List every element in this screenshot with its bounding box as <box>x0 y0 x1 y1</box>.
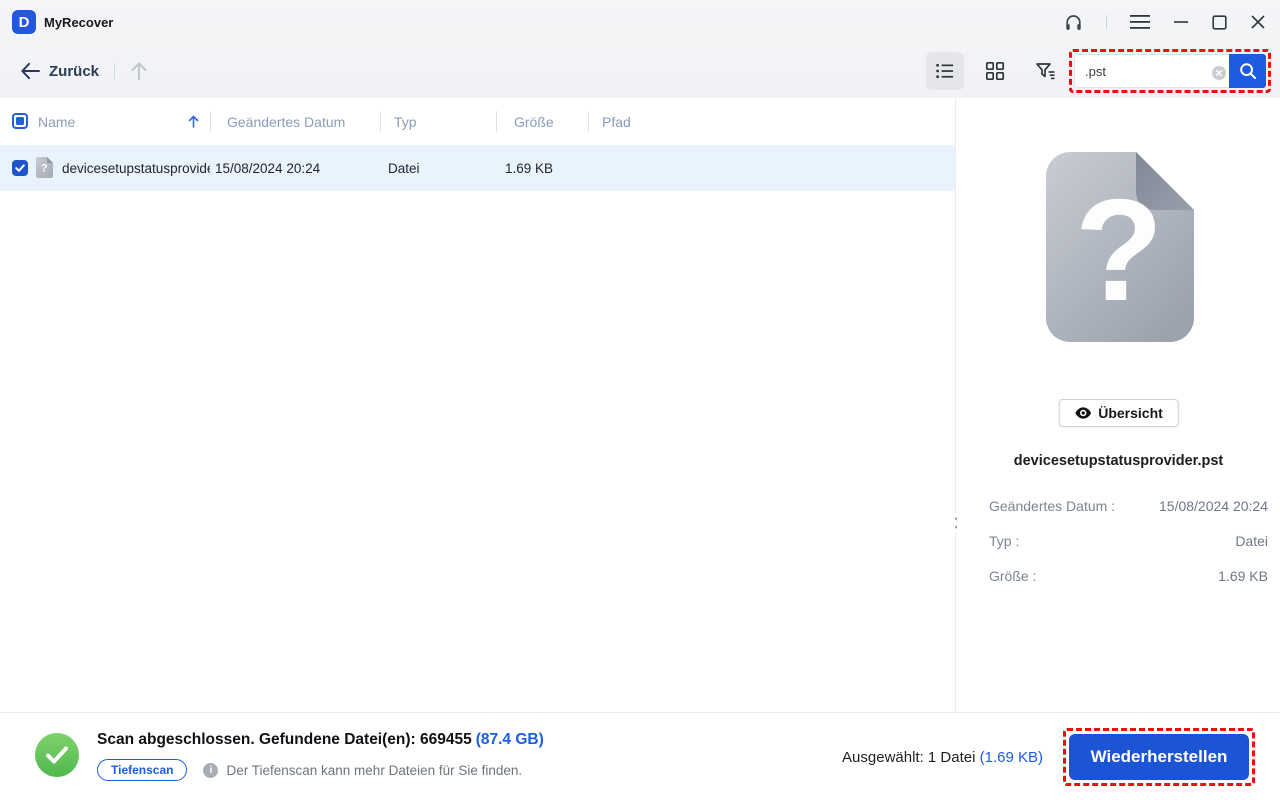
eye-icon <box>1074 407 1091 419</box>
cell-modified: 15/08/2024 20:24 <box>215 160 321 176</box>
checkbox-indeterminate-mark <box>16 117 24 125</box>
file-list: Name Geändertes Datum Typ Größe Pfad ? d… <box>0 98 956 712</box>
column-divider <box>496 111 497 132</box>
sort-asc-icon[interactable] <box>188 115 199 131</box>
column-divider <box>588 111 589 132</box>
svg-text:?: ? <box>1074 169 1163 331</box>
content-area: Name Geändertes Datum Typ Größe Pfad ? d… <box>0 98 1280 712</box>
preview-filename: devicesetupstatusprovider.pst <box>1013 453 1224 469</box>
back-group: Zurück <box>20 44 148 98</box>
maximize-icon[interactable] <box>1212 14 1227 30</box>
info-icon: i <box>203 762 219 778</box>
column-header-name[interactable]: Name <box>38 98 75 145</box>
minimize-icon[interactable] <box>1173 14 1189 30</box>
table-header: Name Geändertes Datum Typ Größe Pfad <box>0 98 955 145</box>
column-header-size[interactable]: Größe <box>514 98 554 145</box>
svg-text:?: ? <box>41 163 48 175</box>
detail-value: 1.69 KB <box>1218 568 1268 584</box>
cell-type: Datei <box>388 160 420 176</box>
filter-icon <box>1035 63 1054 80</box>
file-unknown-icon: ? <box>36 157 53 181</box>
myrecover-window: D MyRecover Zurück .pst Name Geändertes … <box>0 0 1280 800</box>
detail-value: 15/08/2024 20:24 <box>1159 498 1268 514</box>
search-box <box>1074 54 1266 88</box>
back-button[interactable]: Zurück <box>20 62 99 80</box>
column-header-path[interactable]: Pfad <box>602 98 631 145</box>
detail-row-size: Größe : 1.69 KB <box>989 566 1268 586</box>
selected-size: (1.69 KB) <box>979 748 1043 766</box>
deep-scan-button[interactable]: Tiefenscan <box>97 759 188 781</box>
overview-button[interactable]: Übersicht <box>1058 399 1179 427</box>
column-divider <box>210 111 211 132</box>
window-controls <box>1064 0 1266 44</box>
toolbar-separator <box>114 63 116 79</box>
back-arrow-icon <box>21 62 40 80</box>
column-divider <box>380 111 381 132</box>
file-details: Geändertes Datum : 15/08/2024 20:24 Typ … <box>989 496 1268 601</box>
menu-icon[interactable] <box>1130 14 1150 30</box>
recover-button[interactable]: Wiederherstellen <box>1069 734 1249 780</box>
search-highlight <box>1069 49 1271 93</box>
deep-scan-line: Tiefenscan i Der Tiefenscan kann mehr Da… <box>97 759 544 781</box>
grid-view-icon <box>985 61 1005 81</box>
check-icon <box>15 164 25 172</box>
recover-highlight: Wiederherstellen <box>1063 728 1255 786</box>
app-logo-letter: D <box>18 13 30 31</box>
scan-message: Scan abgeschlossen. Gefundene Datei(en):… <box>97 731 472 748</box>
detail-row-type: Typ : Datei <box>989 531 1268 551</box>
back-label: Zurück <box>49 62 100 80</box>
clear-icon[interactable] <box>1212 66 1226 80</box>
app-title: MyRecover <box>44 14 114 30</box>
detail-label: Typ : <box>989 533 1020 549</box>
status-bar: Scan abgeschlossen. Gefundene Datei(en):… <box>0 712 1280 800</box>
select-all-checkbox[interactable] <box>12 113 28 129</box>
detail-value: Datei <box>1235 533 1268 549</box>
headset-icon[interactable] <box>1064 13 1083 32</box>
up-arrow-icon <box>131 62 147 81</box>
column-header-modified[interactable]: Geändertes Datum <box>227 98 345 145</box>
list-view-button[interactable] <box>926 52 964 90</box>
column-header-type[interactable]: Typ <box>394 98 417 145</box>
detail-row-modified: Geändertes Datum : 15/08/2024 20:24 <box>989 496 1268 516</box>
detail-label: Geändertes Datum : <box>989 498 1116 514</box>
window-chrome: D MyRecover Zurück .pst <box>0 0 1280 98</box>
cell-size: 1.69 KB <box>505 160 554 176</box>
app-logo: D <box>12 10 36 34</box>
close-icon[interactable] <box>1250 14 1266 30</box>
success-check-icon <box>35 733 79 777</box>
deep-scan-hint: Der Tiefenscan kann mehr Dateien für Sie… <box>226 762 523 778</box>
preview-panel: ? Übersicht devicesetupstatusprovider.ps… <box>957 98 1280 712</box>
scan-status: Scan abgeschlossen. Gefundene Datei(en):… <box>97 730 544 781</box>
filter-button[interactable] <box>1026 52 1064 90</box>
scan-message-line: Scan abgeschlossen. Gefundene Datei(en):… <box>97 730 544 750</box>
detail-label: Größe : <box>989 568 1037 584</box>
overview-label: Übersicht <box>1098 405 1163 421</box>
up-button[interactable] <box>130 61 148 81</box>
selected-summary: Ausgewählt: 1 Datei (1.69 KB) <box>842 749 1043 766</box>
search-input[interactable] <box>1074 54 1229 88</box>
titlebar-divider <box>1106 15 1107 29</box>
scan-size: (87.4 GB) <box>475 731 544 748</box>
grid-view-button[interactable] <box>976 52 1014 90</box>
search-icon <box>1239 63 1256 79</box>
row-checkbox[interactable] <box>12 160 28 176</box>
cell-name: devicesetupstatusprovide... <box>62 160 210 176</box>
titlebar: D MyRecover <box>0 0 1280 44</box>
list-view-icon <box>936 63 954 79</box>
selected-label: Ausgewählt: 1 Datei <box>842 748 976 766</box>
toolbar: Zurück <box>0 44 1280 98</box>
status-right: Ausgewählt: 1 Datei (1.69 KB) Wiederhers… <box>842 713 1255 800</box>
search-button[interactable] <box>1229 54 1266 88</box>
table-row[interactable]: ? devicesetupstatusprovide... 15/08/2024… <box>0 145 955 191</box>
file-preview-icon: ? <box>1044 152 1194 347</box>
